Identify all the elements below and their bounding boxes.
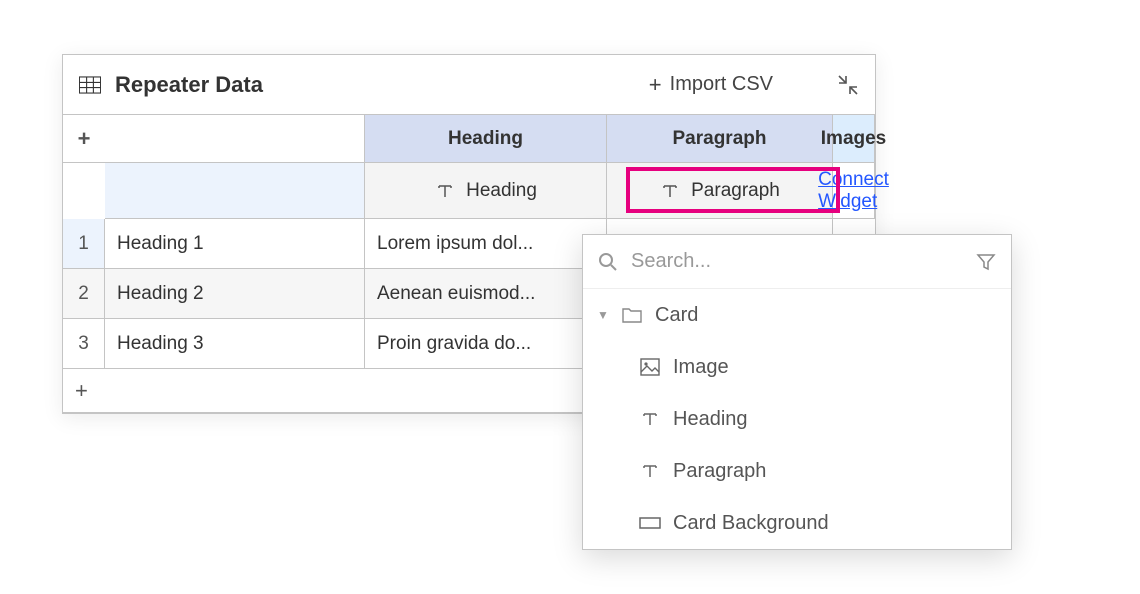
subhead-corner-cell [105, 163, 365, 219]
folder-icon [621, 304, 643, 326]
text-type-icon [639, 408, 661, 430]
dropdown-item-paragraph[interactable]: Paragraph [583, 445, 1011, 497]
cell-heading[interactable]: Heading 2 [105, 269, 365, 319]
rectangle-icon [639, 512, 661, 534]
row-number[interactable]: 3 [63, 319, 105, 369]
header-corner-cell [105, 115, 365, 163]
filter-icon[interactable] [975, 251, 997, 273]
panel-title: Repeater Data [115, 72, 263, 98]
text-type-icon [639, 460, 661, 482]
cell-paragraph[interactable]: Lorem ipsum dol... [365, 219, 607, 269]
image-icon [639, 356, 661, 378]
dropdown-group-card[interactable]: ▼ Card [583, 289, 1011, 341]
text-type-icon [434, 180, 456, 202]
dropdown-search-input[interactable] [631, 250, 963, 273]
column-header-heading[interactable]: Heading [365, 115, 607, 163]
search-icon [597, 251, 619, 273]
column-type-label: Heading [466, 180, 537, 202]
plus-icon: + [78, 126, 91, 152]
import-csv-label: Import CSV [670, 73, 773, 96]
cell-paragraph[interactable]: Aenean euismod... [365, 269, 607, 319]
table-icon [79, 74, 101, 96]
column-type-label: Paragraph [691, 180, 780, 202]
dropdown-item-heading[interactable]: Heading [583, 393, 1011, 445]
collapse-icon[interactable] [837, 74, 859, 96]
connect-widget-link[interactable]: Connect Widget [818, 169, 889, 213]
dropdown-item-image[interactable]: Image [583, 341, 1011, 393]
dropdown-item-label: Card Background [673, 512, 829, 535]
text-type-icon [659, 180, 681, 202]
chevron-down-icon: ▼ [597, 308, 609, 322]
connect-widget-dropdown: ▼ Card Image Heading Paragraph Card Back… [582, 234, 1012, 550]
column-type-paragraph[interactable]: Paragraph [607, 163, 833, 219]
column-type-heading[interactable]: Heading [365, 163, 607, 219]
column-header-images[interactable]: Images [833, 115, 875, 163]
dropdown-search-row [583, 235, 1011, 289]
cell-heading[interactable]: Heading 3 [105, 319, 365, 369]
column-header-paragraph[interactable]: Paragraph [607, 115, 833, 163]
add-column-button[interactable]: + [63, 115, 105, 163]
cell-heading[interactable]: Heading 1 [105, 219, 365, 269]
dropdown-item-label: Paragraph [673, 460, 766, 483]
plus-icon: + [649, 72, 662, 98]
column-type-images[interactable]: Connect Widget [833, 163, 875, 219]
dropdown-item-label: Heading [673, 408, 748, 431]
dropdown-item-card-background[interactable]: Card Background [583, 497, 1011, 549]
panel-header: Repeater Data + Import CSV [63, 55, 875, 115]
row-number[interactable]: 2 [63, 269, 105, 319]
cell-paragraph[interactable]: Proin gravida do... [365, 319, 607, 369]
plus-icon: + [75, 378, 88, 404]
row-number[interactable]: 1 [63, 219, 105, 269]
import-csv-button[interactable]: + Import CSV [649, 72, 773, 98]
dropdown-item-label: Image [673, 356, 729, 379]
dropdown-group-label: Card [655, 304, 698, 327]
